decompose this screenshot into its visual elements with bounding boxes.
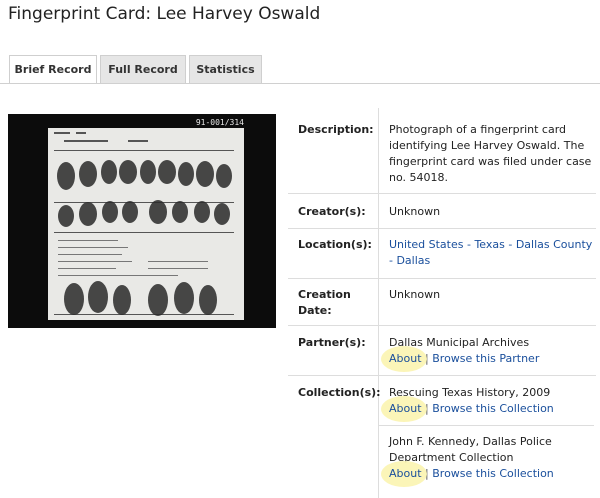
collection-item: John F. Kennedy, Dallas Police Departmen… bbox=[381, 434, 564, 487]
tab-statistics[interactable]: Statistics bbox=[189, 55, 262, 83]
partner-about-link[interactable]: About bbox=[389, 352, 422, 365]
creator-value: Unknown bbox=[389, 205, 441, 218]
description-row: Description: Photograph of a fingerprint… bbox=[288, 108, 596, 194]
location-row: Location(s): United States - Texas - Dal… bbox=[288, 229, 596, 279]
description-label: Description: bbox=[298, 123, 374, 136]
fingerprint-card-image[interactable]: 91-001/314 bbox=[8, 114, 276, 328]
creator-row: Creator(s): Unknown bbox=[288, 194, 596, 229]
creation-date-row: Creation Date: Unknown bbox=[288, 279, 596, 326]
partner-label: Partner(s): bbox=[298, 336, 366, 349]
collection-about-link[interactable]: About bbox=[389, 402, 422, 415]
collection-links: About | Browse this Collection bbox=[381, 396, 594, 422]
card-number-label: 91-001/314 bbox=[196, 118, 244, 127]
collection-name: John F. Kennedy, Dallas Police Departmen… bbox=[389, 435, 552, 464]
location-label: Location(s): bbox=[298, 238, 372, 251]
collection-links: About | Browse this Collection bbox=[381, 461, 564, 487]
collection-label: Collection(s): bbox=[298, 386, 381, 399]
creator-label: Creator(s): bbox=[298, 205, 366, 218]
browse-collection-link[interactable]: Browse this Collection bbox=[432, 402, 554, 415]
browse-partner-link[interactable]: Browse this Partner bbox=[432, 352, 539, 365]
creation-date-label: Creation Date: bbox=[298, 288, 351, 317]
partner-links: About | Browse this Partner bbox=[381, 346, 594, 372]
browse-collection-link[interactable]: Browse this Collection bbox=[432, 467, 554, 480]
tab-divider bbox=[0, 83, 600, 84]
partner-value: Dallas Municipal Archives About | Browse… bbox=[381, 335, 594, 372]
tab-brief-record[interactable]: Brief Record bbox=[9, 55, 97, 84]
description-value: Photograph of a fingerprint card identif… bbox=[389, 123, 592, 184]
partner-row: Partner(s): Dallas Municipal Archives Ab… bbox=[288, 326, 596, 376]
collection-item: Rescuing Texas History, 2009 About | Bro… bbox=[381, 385, 594, 422]
collection-row: Collection(s): Rescuing Texas History, 2… bbox=[288, 376, 596, 498]
tab-full-record[interactable]: Full Record bbox=[100, 55, 186, 83]
collection-about-link[interactable]: About bbox=[389, 467, 422, 480]
location-link[interactable]: United States - Texas - Dallas County - … bbox=[389, 238, 592, 267]
page-title: Fingerprint Card: Lee Harvey Oswald bbox=[8, 4, 321, 24]
location-value[interactable]: United States - Texas - Dallas County - … bbox=[389, 237, 594, 269]
creation-date-value: Unknown bbox=[389, 288, 441, 301]
collection-divider bbox=[379, 425, 594, 426]
record-tabs: Brief Record Full Record Statistics bbox=[9, 55, 262, 84]
